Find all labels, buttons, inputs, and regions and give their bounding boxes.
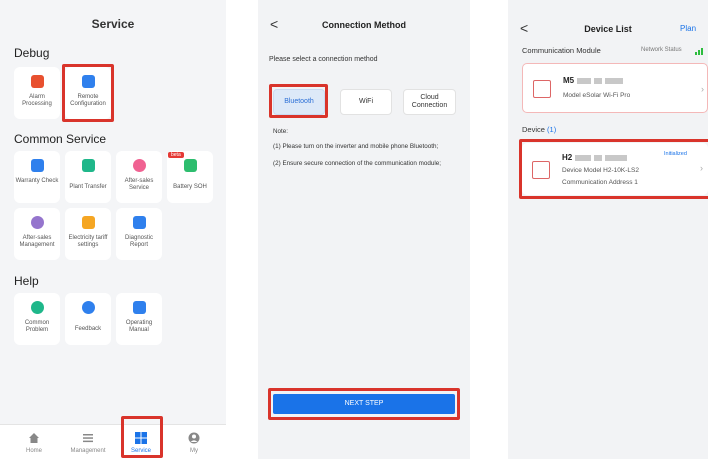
after-sales-service-tile[interactable]: After-sales Service	[116, 151, 162, 203]
plan-link[interactable]: Plan	[680, 24, 696, 33]
redacted-block	[577, 77, 592, 84]
tab-home[interactable]: Home	[6, 425, 62, 459]
connection-prompt: Please select a connection method	[269, 56, 378, 63]
plant-transfer-tile[interactable]: Plant Transfer	[65, 151, 111, 203]
question-icon	[31, 301, 44, 314]
note-line-1: (1) Please turn on the inverter and mobi…	[273, 143, 439, 150]
feedback-icon	[82, 301, 95, 314]
alarm-processing-tile[interactable]: Alarm Processing	[14, 67, 60, 119]
tariff-icon	[82, 216, 95, 229]
tile-label: After-sales Service	[124, 178, 154, 191]
after-sales-management-tile[interactable]: After-sales Management	[14, 208, 60, 260]
highlight-next-step	[268, 388, 460, 420]
page-title: Connection Method	[322, 20, 406, 30]
tab-label: My	[190, 448, 198, 454]
user-icon	[188, 432, 200, 444]
device-count: (1)	[547, 125, 557, 134]
tile-label: Electricity tariff settings	[68, 235, 108, 248]
chevron-right-icon: ›	[701, 84, 704, 94]
tile-label: Common Problem	[24, 320, 50, 333]
module-name: M5	[563, 76, 624, 85]
beta-badge: beta	[168, 152, 184, 158]
communication-module-card[interactable]: M5 Model eSolar Wi-Fi Pro ›	[522, 63, 708, 113]
section-help: Help	[14, 274, 39, 288]
communication-module-heading: Communication Module	[522, 46, 601, 55]
section-common-service: Common Service	[14, 132, 107, 146]
module-thumbnail-icon	[533, 80, 551, 98]
home-icon	[29, 433, 39, 443]
module-model: Model eSolar Wi-Fi Pro	[563, 92, 631, 99]
tab-management[interactable]: Management	[60, 425, 116, 459]
service-screen: Service Debug Alarm Processing Remote Co…	[0, 0, 226, 459]
signal-icon	[695, 48, 703, 55]
tab-label: Home	[25, 448, 42, 454]
tile-label: Battery SOH	[173, 184, 207, 190]
report-icon	[133, 216, 146, 229]
heart-icon	[133, 159, 146, 172]
tile-label: Alarm Processing	[22, 94, 52, 107]
redacted-block	[594, 77, 603, 84]
alarm-icon	[31, 75, 44, 88]
cloud-connection-option[interactable]: Cloud Connection	[403, 89, 456, 115]
heart-icon	[31, 216, 44, 229]
page-title: Device List	[584, 24, 632, 34]
battery-soh-tile[interactable]: beta Battery SOH	[167, 151, 213, 203]
feedback-tile[interactable]: Feedback	[65, 293, 111, 345]
section-debug: Debug	[14, 46, 50, 60]
tile-label: Plant Transfer	[69, 184, 107, 190]
bottom-tab-bar: Home Management Service My	[0, 424, 226, 459]
wifi-option[interactable]: WiFi	[340, 89, 392, 115]
warranty-check-tile[interactable]: Warranty Check	[14, 151, 60, 203]
electricity-tariff-tile[interactable]: Electricity tariff settings	[65, 208, 111, 260]
diagnostic-report-tile[interactable]: Diagnostic Report	[116, 208, 162, 260]
battery-icon	[184, 159, 197, 172]
tile-label: Warranty Check	[15, 178, 59, 184]
redacted-block	[605, 77, 624, 84]
highlight-service-tab	[121, 416, 163, 458]
connection-method-screen: < Connection Method Please select a conn…	[258, 0, 470, 459]
tile-label: Feedback	[74, 326, 102, 332]
tile-label: Operating Manual	[125, 320, 153, 333]
tab-my[interactable]: My	[166, 425, 222, 459]
network-status-label: Network Status	[641, 47, 682, 53]
device-heading: Device (1)	[522, 125, 556, 134]
tile-label: After-sales Management	[19, 235, 55, 248]
module-name-text: M5	[563, 76, 575, 85]
operating-manual-tile[interactable]: Operating Manual	[116, 293, 162, 345]
note-line-2: (2) Ensure secure connection of the comm…	[273, 160, 442, 167]
list-icon	[83, 434, 93, 443]
tile-label: Diagnostic Report	[124, 235, 153, 248]
plant-transfer-icon	[82, 159, 95, 172]
highlight-device-card	[519, 139, 708, 199]
highlight-bluetooth	[269, 84, 328, 118]
manual-icon	[133, 301, 146, 314]
page-title: Service	[91, 17, 135, 31]
common-problem-tile[interactable]: Common Problem	[14, 293, 60, 345]
warranty-icon	[31, 159, 44, 172]
note-title: Note:	[273, 128, 289, 135]
highlight-remote-configuration	[62, 64, 114, 122]
tab-label: Management	[70, 448, 106, 454]
device-heading-text: Device	[522, 125, 545, 134]
device-list-screen: < Device List Plan Communication Module …	[508, 0, 708, 459]
